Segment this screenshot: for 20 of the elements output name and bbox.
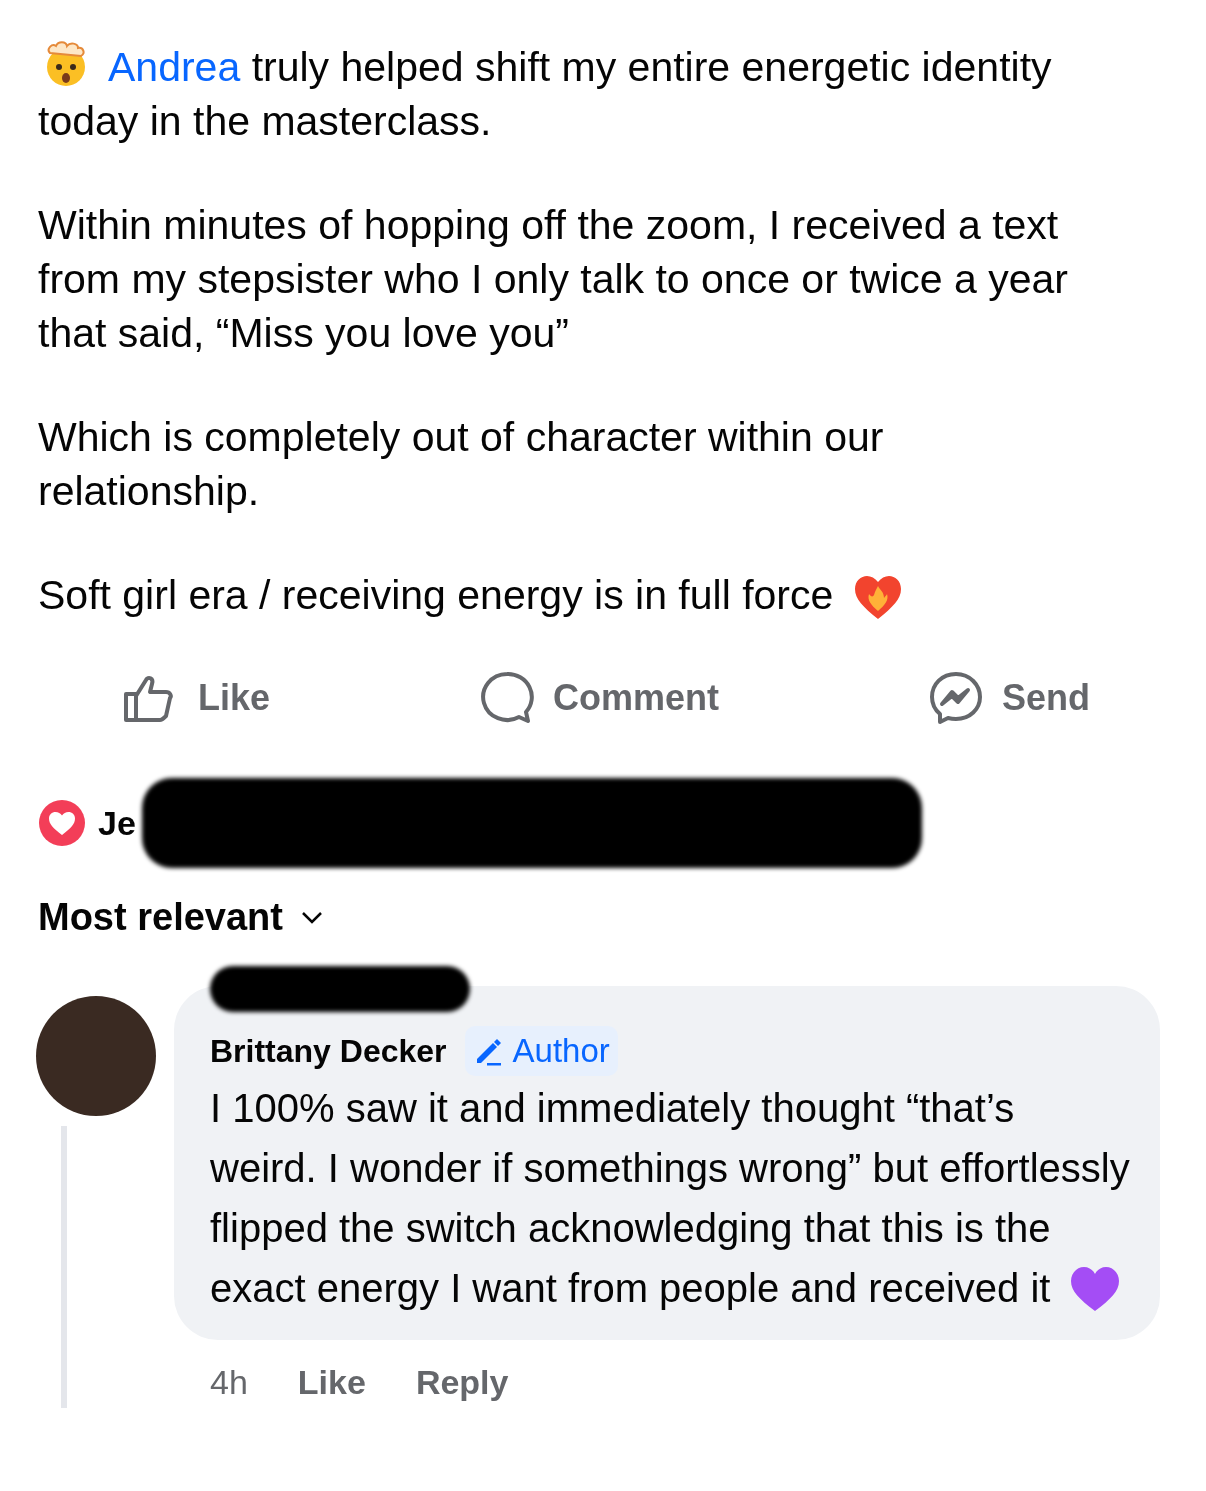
reaction-names: Je (98, 802, 136, 844)
love-reaction-icon (38, 799, 86, 847)
comment-text: I 100% saw it and immediately thought “that’s weird. I wonder if somethings wrong” but effortlessly flipped the switch acknowledging that this is the exact energy I want from people and received it (210, 1077, 1130, 1318)
post-action-button[interactable]: Like (122, 663, 271, 733)
chevron-down-icon (300, 910, 323, 925)
post-text: Within minutes of hopping off the zoom, I received a text from my stepsister who I only talk to once or twice a year that said, “Miss you love you” (38, 201, 1069, 358)
author-badge: Author (464, 1026, 618, 1076)
post-text: Andrea truly helped shift my entire energetic identity today in the masterclass. (38, 40, 1122, 148)
comment-author[interactable]: Brittany Decker (210, 1026, 447, 1075)
mention-link[interactable]: Andrea (108, 44, 241, 90)
sort-label[interactable]: Most relevant (38, 889, 283, 946)
messenger-icon (927, 670, 984, 726)
comment-action-button[interactable]: Reply (415, 1357, 509, 1408)
post-action-button[interactable]: Comment (479, 663, 719, 733)
speech-bubble-icon (479, 670, 535, 726)
post-text: Which is completely out of character within our relationship. (38, 413, 885, 516)
comment-action-button[interactable]: Like (297, 1357, 366, 1408)
post-text: Soft girl era / receiving energy is in full force (38, 568, 1122, 623)
post-action-button[interactable]: Send (927, 663, 1090, 733)
comment-time: 4h (210, 1362, 248, 1403)
